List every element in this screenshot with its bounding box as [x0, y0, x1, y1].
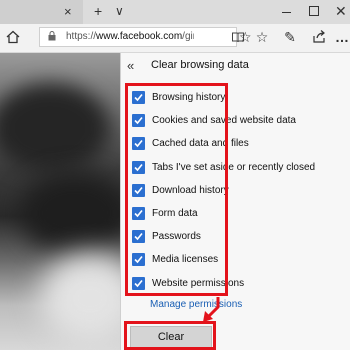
close-tab-icon[interactable]: ×	[64, 3, 72, 21]
window-close-button[interactable]: ✕	[335, 2, 347, 20]
favorite-star-icon[interactable]: ☆	[239, 29, 252, 45]
favorites-hub-icon[interactable]: ☆	[254, 29, 270, 45]
maximize-button[interactable]	[309, 6, 319, 16]
tab-list-button[interactable]: ∨	[115, 2, 124, 20]
web-note-pen-icon[interactable]: ✎	[282, 29, 298, 45]
browser-tab[interactable]: ×	[0, 0, 83, 24]
new-tab-button[interactable]: +	[94, 2, 102, 20]
navigation-bar: https://www.facebook.com/ginc ☆ ☆ ✎ …	[0, 24, 350, 53]
annotation-arrow	[203, 297, 220, 322]
highlight-box-options	[125, 83, 228, 296]
home-icon[interactable]	[6, 30, 20, 44]
more-menu-icon[interactable]: …	[334, 29, 350, 45]
highlight-box-clear	[124, 321, 216, 350]
share-icon[interactable]	[311, 29, 327, 45]
minimize-button[interactable]	[282, 12, 291, 13]
panel-title: Clear browsing data	[151, 59, 249, 71]
back-chevron-icon[interactable]: «	[127, 58, 134, 74]
address-bar[interactable]: https://www.facebook.com/ginc	[39, 27, 244, 47]
lock-icon	[48, 31, 56, 41]
page-content-blurred	[0, 53, 120, 350]
url-text: https://www.facebook.com/ginc	[66, 31, 194, 42]
title-bar: × + ∨ ✕	[0, 0, 350, 24]
